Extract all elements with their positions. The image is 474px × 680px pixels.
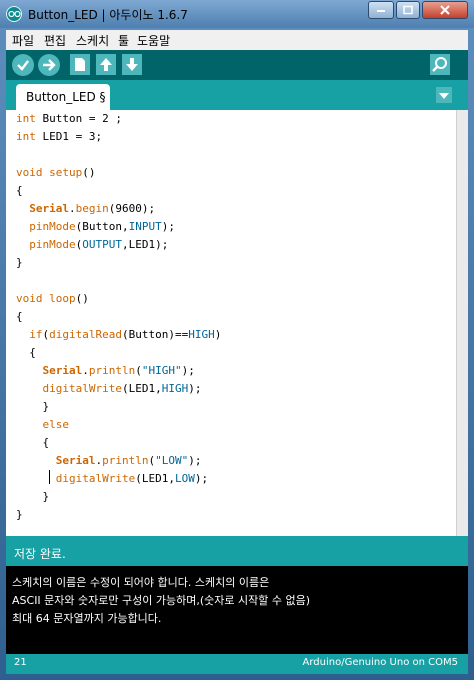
class-serial: Serial	[29, 202, 69, 215]
function-begin: begin	[75, 202, 109, 215]
keyword-void: void	[16, 292, 43, 305]
keyword-int: int	[16, 112, 36, 125]
console-output: 스케치의 이름은 수정이 되어야 합니다. 스케치의 이름은 ASCII 문자와…	[6, 566, 468, 654]
status-message: 저장 완료.	[14, 547, 66, 561]
code-line: pinMode(OUTPUT,LED1);	[29, 238, 169, 251]
code-line: Serial.println("HIGH");	[42, 364, 195, 377]
string-low: "LOW"	[155, 454, 189, 467]
menu-tools[interactable]: 툴	[118, 32, 129, 49]
open-arrow-up-icon	[100, 58, 112, 71]
code-line: void loop()	[16, 292, 89, 305]
constant-input: INPUT	[128, 220, 162, 233]
serial-monitor-button[interactable]	[430, 54, 450, 75]
code-line: {	[16, 436, 50, 449]
function-digitalread: digitalRead	[49, 328, 122, 341]
verify-button[interactable]	[12, 54, 34, 76]
code-line: void setup()	[16, 166, 96, 179]
function-println: println	[102, 454, 149, 467]
line-number: 21	[14, 657, 27, 668]
code-line: {	[16, 310, 23, 323]
constant-high: HIGH	[161, 382, 189, 395]
keyword-void: void	[16, 166, 43, 179]
code-line: int Button = 2 ;	[16, 112, 122, 125]
code-line: {	[16, 346, 36, 359]
maximize-button[interactable]	[396, 1, 420, 19]
save-sketch-button[interactable]	[122, 54, 142, 75]
magnifier-icon	[432, 57, 447, 72]
menu-edit[interactable]: 편집	[44, 32, 66, 49]
arduino-logo-icon	[6, 6, 22, 22]
verify-icon	[17, 60, 29, 71]
save-arrow-down-icon	[126, 58, 138, 71]
console-line: 스케치의 이름은 수정이 되어야 합니다. 스케치의 이름은	[12, 576, 270, 589]
editor-scrollbar[interactable]	[456, 110, 468, 536]
keyword-if: if	[29, 328, 43, 341]
menu-sketch[interactable]: 스케치	[76, 32, 109, 49]
constant-high: HIGH	[188, 328, 215, 341]
constant-output: OUTPUT	[82, 238, 122, 251]
code-line: else	[16, 416, 70, 434]
string-high: "HIGH"	[141, 364, 182, 377]
status-bar: 저장 완료.	[6, 536, 468, 566]
text-cursor	[49, 470, 50, 484]
code-line: }	[16, 490, 50, 503]
constant-low: LOW	[174, 472, 195, 485]
class-serial: Serial	[55, 454, 96, 467]
class-serial: Serial	[42, 364, 83, 377]
keyword-else: else	[42, 418, 70, 431]
function-digitalwrite: digitalWrite	[42, 382, 122, 395]
maximize-icon	[403, 5, 413, 15]
toolbar	[6, 50, 468, 80]
minimize-icon	[377, 10, 385, 12]
tab-bar: Button_LED §	[6, 80, 468, 110]
upload-icon	[43, 59, 56, 71]
menu-help[interactable]: 도움말	[137, 32, 170, 49]
code-line: }	[16, 256, 23, 269]
code-line: }	[16, 400, 50, 413]
code-line: Serial.begin(9600);	[29, 202, 156, 215]
code-line: {	[16, 184, 23, 197]
close-icon	[440, 5, 450, 15]
menu-file[interactable]: 파일	[12, 32, 34, 49]
minimize-button[interactable]	[368, 1, 394, 19]
code-line: digitalWrite(LED1,HIGH);	[42, 382, 202, 395]
code-line: int LED1 = 3;	[16, 130, 103, 143]
console-line: 최대 64 문자열까지 가능합니다.	[12, 612, 162, 625]
close-button[interactable]	[422, 1, 468, 19]
code-line: if(digitalRead(Button)==HIGH)	[29, 328, 222, 341]
function-loop: loop	[49, 292, 76, 305]
function-pinmode: pinMode	[29, 238, 76, 251]
footer-bar: 21 Arduino/Genuino Uno on COM5	[6, 654, 468, 674]
title-bar: Button_LED | 아두이노 1.6.7	[0, 0, 474, 28]
open-sketch-button[interactable]	[96, 54, 116, 75]
console-line: ASCII 문자와 숫자로만 구성이 가능하며,(숫자로 시작할 수 없음)	[12, 594, 310, 607]
code-editor[interactable]: int Button = 2 ; int LED1 = 3; void setu…	[6, 110, 456, 536]
function-println: println	[88, 364, 136, 377]
upload-button[interactable]	[38, 54, 60, 76]
function-setup: setup	[49, 166, 83, 179]
code-line: pinMode(Button,INPUT);	[29, 220, 175, 233]
chevron-down-icon	[439, 93, 449, 99]
code-line: }	[16, 508, 23, 521]
tab-label: Button_LED §	[26, 90, 106, 104]
new-file-icon	[75, 58, 85, 71]
function-pinmode: pinMode	[29, 220, 76, 233]
code-line: Serial.println("LOW");	[55, 454, 202, 467]
window-title: Button_LED | 아두이노 1.6.7	[28, 8, 188, 22]
new-sketch-button[interactable]	[70, 54, 90, 75]
keyword-int: int	[16, 130, 36, 143]
board-port-info: Arduino/Genuino Uno on COM5	[302, 657, 459, 668]
tab-button-led[interactable]: Button_LED §	[16, 84, 110, 110]
function-digitalwrite: digitalWrite	[55, 472, 136, 485]
arduino-ide-window: Button_LED | 아두이노 1.6.7 파일 편집 스케치 툴 도움말	[0, 0, 474, 680]
code-line: digitalWrite(LED1,LOW);	[55, 472, 209, 485]
tab-menu-button[interactable]	[436, 87, 452, 103]
menu-bar: 파일 편집 스케치 툴 도움말	[6, 30, 468, 50]
